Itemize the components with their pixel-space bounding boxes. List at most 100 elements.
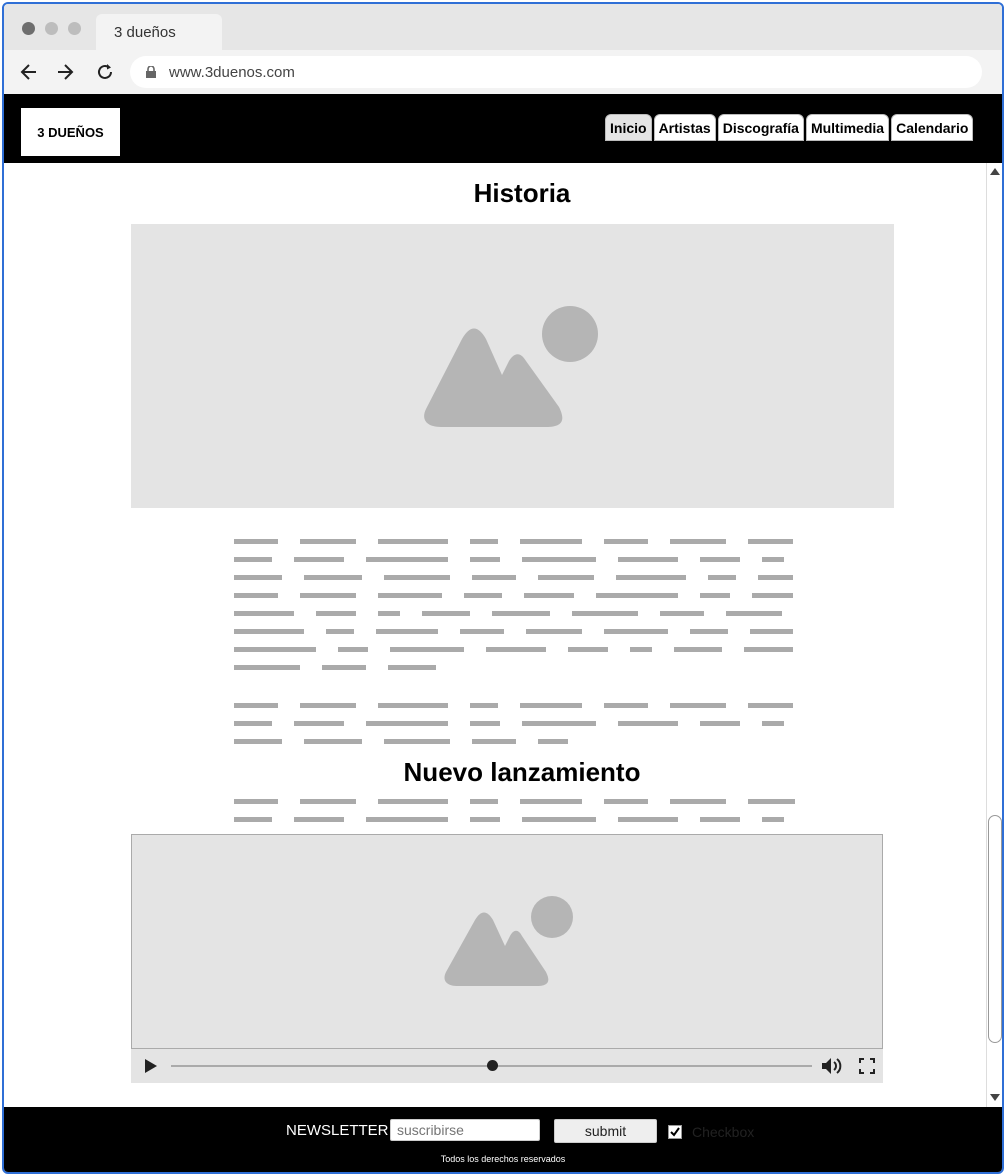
minimize-window-dot[interactable] (45, 22, 58, 35)
play-icon[interactable] (144, 1058, 158, 1074)
placeholder-text-line (604, 799, 648, 804)
placeholder-text-line (708, 575, 736, 580)
browser-tab[interactable]: 3 dueños (96, 14, 222, 50)
placeholder-text-line (630, 647, 652, 652)
maximize-window-dot[interactable] (68, 22, 81, 35)
placeholder-text-line (522, 817, 596, 822)
placeholder-text-line (300, 703, 356, 708)
scroll-down-icon[interactable] (989, 1093, 1001, 1103)
scroll-up-icon[interactable] (989, 166, 1001, 176)
volume-icon[interactable] (821, 1057, 843, 1075)
arrow-right-icon[interactable] (55, 62, 75, 82)
placeholder-text-line (744, 647, 793, 652)
placeholder-text-line (752, 593, 793, 598)
placeholder-text-line (690, 629, 728, 634)
nav-inicio[interactable]: Inicio (605, 114, 652, 141)
placeholder-text-line (538, 739, 568, 744)
reload-icon[interactable] (95, 62, 115, 82)
placeholder-text-line (616, 575, 686, 580)
placeholder-text-line (234, 647, 316, 652)
placeholder-text-line (670, 703, 726, 708)
fullscreen-icon[interactable] (859, 1058, 875, 1074)
placeholder-text-line (304, 575, 362, 580)
placeholder-text-line (522, 721, 596, 726)
placeholder-text-line (472, 575, 516, 580)
placeholder-text-line (758, 575, 793, 580)
placeholder-text-line (700, 721, 740, 726)
placeholder-text-line (234, 557, 272, 562)
placeholder-text-line (748, 539, 793, 544)
page-scrollbar[interactable] (986, 163, 1002, 1107)
placeholder-text-line (604, 703, 648, 708)
site-logo[interactable]: 3 DUEÑOS (21, 108, 120, 156)
placeholder-text-line (520, 799, 582, 804)
placeholder-text-line (470, 799, 498, 804)
section-title-nuevo-lanzamiento: Nuevo lanzamiento (403, 757, 641, 787)
placeholder-text-line (604, 629, 668, 634)
placeholder-text-line (618, 721, 678, 726)
placeholder-text-line (378, 703, 448, 708)
placeholder-text-line (338, 647, 368, 652)
placeholder-text-line (572, 611, 638, 616)
lock-icon (146, 66, 156, 78)
placeholder-text-line (538, 575, 594, 580)
placeholder-text-line (388, 665, 436, 670)
placeholder-text-line (378, 593, 442, 598)
nav-discografia[interactable]: Discografía (717, 114, 804, 141)
placeholder-text-line (294, 817, 344, 822)
browser-window: 3 dueños www.3duenos.com 3 DUEÑOS Inicio… (2, 2, 1004, 1174)
address-bar: www.3duenos.com (4, 50, 1002, 94)
placeholder-text-line (378, 799, 448, 804)
placeholder-text-line (596, 593, 678, 598)
historia-image (131, 224, 894, 508)
placeholder-text-line (234, 721, 272, 726)
placeholder-text-line (316, 611, 356, 616)
tab-bar: 3 dueños (4, 4, 1002, 50)
placeholder-text-line (604, 539, 648, 544)
placeholder-text-line (422, 611, 470, 616)
placeholder-text-line (234, 611, 294, 616)
placeholder-text-line (762, 557, 784, 562)
placeholder-text-line (492, 611, 550, 616)
site-header: 3 DUEÑOS Inicio Artistas Discografía Mul… (4, 94, 1002, 163)
newsletter-input[interactable] (390, 1119, 540, 1141)
placeholder-text-line (520, 703, 582, 708)
placeholder-text-line (384, 575, 450, 580)
placeholder-text-line (700, 593, 730, 598)
copyright-text: Todos los derechos reservados (440, 1154, 566, 1164)
placeholder-text-line (618, 557, 678, 562)
nav-artistas[interactable]: Artistas (653, 114, 716, 141)
newsletter-checkbox[interactable] (668, 1125, 682, 1139)
nav-calendario[interactable]: Calendario (891, 114, 974, 141)
placeholder-text-line (234, 539, 278, 544)
placeholder-text-line (234, 799, 278, 804)
placeholder-text-line (674, 647, 722, 652)
placeholder-text-line (748, 703, 793, 708)
arrow-left-icon[interactable] (19, 62, 39, 82)
video-player[interactable] (131, 834, 883, 1082)
placeholder-text-line (234, 593, 278, 598)
video-progress-thumb[interactable] (486, 1060, 498, 1071)
image-placeholder-icon (444, 896, 573, 986)
placeholder-text-line (618, 817, 678, 822)
checkmark-icon (670, 1127, 680, 1137)
url-field[interactable]: www.3duenos.com (130, 56, 982, 88)
placeholder-text-line (300, 799, 356, 804)
placeholder-text-line (304, 739, 362, 744)
placeholder-text-line (470, 557, 500, 562)
submit-button[interactable]: submit (554, 1119, 657, 1143)
placeholder-text-line (524, 593, 574, 598)
scrollbar-thumb[interactable] (988, 815, 1002, 1043)
checkbox-label: Checkbox (692, 1124, 755, 1140)
placeholder-text-line (326, 629, 354, 634)
placeholder-text-line (526, 629, 582, 634)
placeholder-text-line (762, 721, 784, 726)
placeholder-text-line (486, 647, 546, 652)
placeholder-text-line (300, 539, 356, 544)
placeholder-text-line (522, 557, 596, 562)
placeholder-text-line (234, 575, 282, 580)
placeholder-text-line (748, 799, 795, 804)
nav-multimedia[interactable]: Multimedia (805, 114, 890, 141)
placeholder-text-line (470, 539, 498, 544)
close-window-dot[interactable] (22, 22, 35, 35)
